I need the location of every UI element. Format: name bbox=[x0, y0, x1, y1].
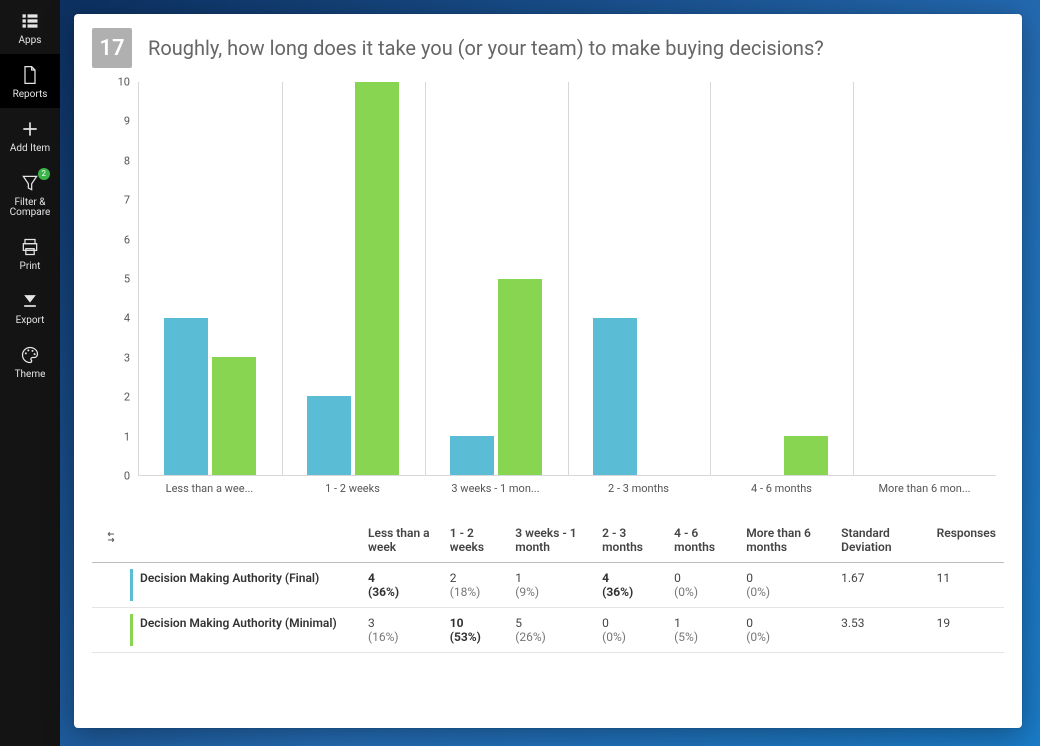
document-icon bbox=[19, 64, 41, 86]
y-tick: 8 bbox=[100, 154, 130, 167]
bar[interactable] bbox=[212, 357, 256, 475]
table-row: Decision Making Authority (Final)4(36%)2… bbox=[92, 563, 1004, 608]
chart-category bbox=[139, 82, 282, 475]
table-header: More than 6 months bbox=[738, 518, 833, 563]
table-header: Responses bbox=[929, 518, 1004, 563]
question-card: 17 Roughly, how long does it take you (o… bbox=[74, 14, 1022, 728]
plus-icon bbox=[19, 118, 41, 140]
sidebar-item-print[interactable]: Print bbox=[0, 226, 60, 280]
stddev-cell: 3.53 bbox=[833, 608, 929, 653]
y-tick: 3 bbox=[100, 351, 130, 364]
bar[interactable] bbox=[593, 318, 637, 475]
main: 17 Roughly, how long does it take you (o… bbox=[60, 0, 1040, 746]
sidebar-item-add[interactable]: Add Item bbox=[0, 108, 60, 162]
sidebar-item-label: Reports bbox=[13, 90, 48, 100]
table-header: 2 - 3 months bbox=[594, 518, 666, 563]
table-cell: 0(0%) bbox=[666, 563, 738, 608]
sidebar-item-export[interactable]: Export bbox=[0, 280, 60, 334]
table-row: Decision Making Authority (Minimal)3(16%… bbox=[92, 608, 1004, 653]
y-tick: 1 bbox=[100, 430, 130, 443]
table-cell: 3(16%) bbox=[360, 608, 442, 653]
sidebar-item-label: Apps bbox=[19, 36, 42, 46]
x-label: 4 - 6 months bbox=[710, 476, 853, 500]
y-tick: 2 bbox=[100, 391, 130, 404]
sidebar-item-label: Print bbox=[20, 262, 41, 272]
table-header: 1 - 2 weeks bbox=[442, 518, 508, 563]
sidebar-item-label: Filter & Compare bbox=[0, 198, 60, 218]
table-cell: 4(36%) bbox=[360, 563, 442, 608]
x-label: More than 6 mon... bbox=[853, 476, 996, 500]
stddev-cell: 1.67 bbox=[833, 563, 929, 608]
row-label: Decision Making Authority (Final) bbox=[130, 563, 360, 608]
sidebar-item-reports[interactable]: Reports bbox=[0, 54, 60, 108]
filter-badge: 2 bbox=[38, 168, 51, 180]
row-label: Decision Making Authority (Minimal) bbox=[130, 608, 360, 653]
table-cell: 0(0%) bbox=[738, 563, 833, 608]
y-tick: 7 bbox=[100, 194, 130, 207]
chart: 0 1 2 3 4 5 6 7 8 9 10 Less than a wee...1 - 2 week… bbox=[92, 76, 1004, 500]
table-header: 4 - 6 months bbox=[666, 518, 738, 563]
bar[interactable] bbox=[450, 436, 494, 475]
y-tick: 9 bbox=[100, 115, 130, 128]
bar[interactable] bbox=[784, 436, 828, 475]
y-tick: 10 bbox=[100, 76, 130, 89]
bar[interactable] bbox=[307, 396, 351, 475]
bar[interactable] bbox=[498, 279, 542, 476]
chart-category bbox=[425, 82, 568, 475]
sidebar-item-filter[interactable]: 2 Filter & Compare bbox=[0, 162, 60, 226]
apps-icon bbox=[19, 10, 41, 32]
table-cell: 0(0%) bbox=[594, 608, 666, 653]
sidebar-item-apps[interactable]: Apps bbox=[0, 0, 60, 54]
table-header: 3 weeks - 1 month bbox=[507, 518, 594, 563]
export-icon bbox=[19, 290, 41, 312]
table-cell: 4(36%) bbox=[594, 563, 666, 608]
x-label: Less than a wee... bbox=[138, 476, 281, 500]
chart-category bbox=[710, 82, 853, 475]
sidebar-item-label: Theme bbox=[15, 370, 46, 380]
question-header: 17 Roughly, how long does it take you (o… bbox=[92, 14, 1004, 76]
y-tick: 6 bbox=[100, 233, 130, 246]
bar[interactable] bbox=[355, 82, 399, 475]
sidebar: Apps Reports Add Item 2 Filter & Compare… bbox=[0, 0, 60, 746]
palette-icon bbox=[19, 344, 41, 366]
table-cell: 2(18%) bbox=[442, 563, 508, 608]
chart-category bbox=[282, 82, 425, 475]
print-icon bbox=[19, 236, 41, 258]
table-cell: 10(53%) bbox=[442, 608, 508, 653]
x-label: 2 - 3 months bbox=[567, 476, 710, 500]
chart-category bbox=[853, 82, 996, 475]
table-cell: 1(9%) bbox=[507, 563, 594, 608]
responses-cell: 11 bbox=[929, 563, 1004, 608]
y-tick: 0 bbox=[100, 470, 130, 483]
responses-cell: 19 bbox=[929, 608, 1004, 653]
table-header: Less than a week bbox=[360, 518, 442, 563]
data-table: Less than a week1 - 2 weeks3 weeks - 1 m… bbox=[92, 518, 1004, 653]
swap-axes-icon[interactable] bbox=[100, 526, 122, 551]
sidebar-item-label: Add Item bbox=[10, 144, 50, 154]
sidebar-item-theme[interactable]: Theme bbox=[0, 334, 60, 388]
bar[interactable] bbox=[164, 318, 208, 475]
chart-category bbox=[567, 82, 710, 475]
table-cell: 0(0%) bbox=[738, 608, 833, 653]
y-tick: 5 bbox=[100, 273, 130, 286]
x-label: 1 - 2 weeks bbox=[281, 476, 424, 500]
sidebar-item-label: Export bbox=[16, 316, 45, 326]
question-number: 17 bbox=[92, 28, 132, 68]
y-tick: 4 bbox=[100, 312, 130, 325]
table-cell: 1(5%) bbox=[666, 608, 738, 653]
question-title: Roughly, how long does it take you (or y… bbox=[148, 36, 824, 60]
x-label: 3 weeks - 1 mon... bbox=[424, 476, 567, 500]
table-cell: 5(26%) bbox=[507, 608, 594, 653]
table-header: Standard Deviation bbox=[833, 518, 929, 563]
